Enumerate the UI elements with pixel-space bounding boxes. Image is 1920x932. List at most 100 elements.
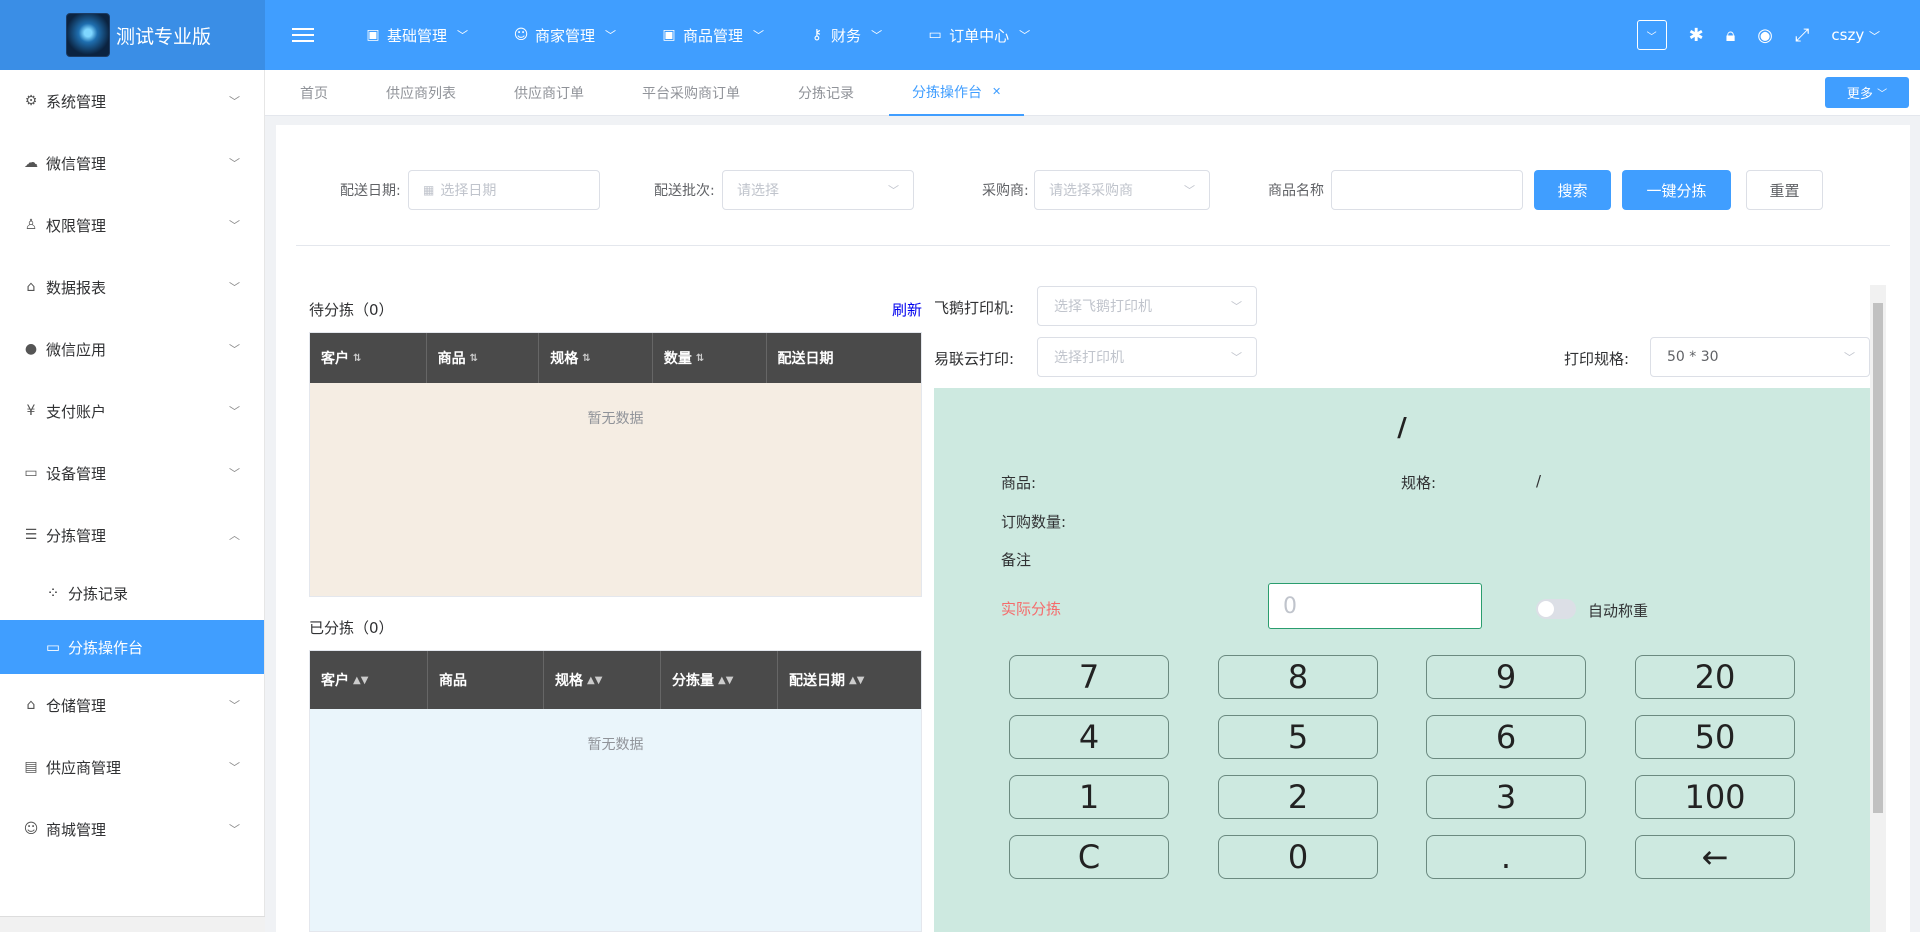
tab-sort-console[interactable]: 分拣操作台 ✕	[889, 70, 1025, 116]
sidebar-item-system[interactable]: ⚙ 系统管理 ﹀	[0, 70, 264, 132]
yilian-printer-select[interactable]: 选择打印机 ﹀	[1037, 337, 1257, 377]
sidebar-item-wechat-apps[interactable]: ● 微信应用 ﹀	[0, 318, 264, 380]
sidebar-subitem-sort-console[interactable]: ▭ 分拣操作台	[0, 620, 264, 674]
column-header[interactable]: 规格 ⇅	[539, 333, 653, 383]
buyer-label: 采购商:	[982, 183, 1029, 199]
actual-weight-input[interactable]: 0	[1268, 583, 1482, 629]
clipboard-icon: ▤	[24, 759, 38, 775]
topnav-merchant[interactable]: ☺ 商家管理 ﹀	[512, 25, 616, 46]
pending-table: 客户 ⇅ 商品 ⇅ 规格 ⇅ 数量 ⇅ 配送日期 暂无数据	[309, 332, 922, 597]
column-header[interactable]: 规格 ▲▼	[544, 651, 661, 709]
keypad-key[interactable]: 20	[1635, 655, 1795, 699]
keypad-key[interactable]: 100	[1635, 775, 1795, 819]
column-header[interactable]: 客户 ⇅	[310, 333, 427, 383]
column-header[interactable]: 商品 ⇅	[427, 333, 540, 383]
sidebar-item-sorting[interactable]: ☰ 分拣管理 ︿	[0, 504, 264, 566]
home-icon: ⌂	[26, 279, 36, 295]
scroll-thumb[interactable]	[1873, 303, 1883, 813]
spec-value: /	[1536, 472, 1542, 490]
chevron-up-icon: ︿	[229, 529, 240, 542]
tab-home[interactable]: 首页	[277, 70, 351, 116]
app-title: 测试专业版	[116, 25, 212, 48]
close-icon[interactable]: ✕	[992, 85, 1001, 98]
eye-icon[interactable]: ◉	[1757, 25, 1773, 46]
topnav-basic[interactable]: ▣ 基础管理 ﹀	[364, 25, 468, 46]
sorted-title: 已分拣（0）	[309, 619, 394, 637]
sidebar-horizontal-scrollbar[interactable]	[0, 916, 265, 932]
station-vertical-scrollbar[interactable]	[1870, 285, 1886, 932]
keypad-dot-key[interactable]: .	[1426, 835, 1586, 879]
top-right-tools: ﹀ ✱ 🔒︎ ◉ ⤢ cszy ﹀	[1636, 0, 1880, 70]
topnav-orders[interactable]: ▭ 订单中心 ﹀	[926, 25, 1030, 46]
keypad-key[interactable]: 7	[1009, 655, 1169, 699]
auto-weigh-toggle[interactable]	[1536, 599, 1576, 619]
sidebar-subitem-sort-records[interactable]: ⁘ 分拣记录	[0, 566, 264, 620]
lock-icon[interactable]: 🔒︎	[1726, 25, 1736, 46]
globe-icon: ●	[24, 341, 38, 357]
column-header[interactable]: 客户 ▲▼	[310, 651, 428, 709]
one-click-sort-button[interactable]: 一键分拣	[1622, 170, 1731, 210]
keypad-backspace-key[interactable]: ←	[1635, 835, 1795, 879]
keypad-key[interactable]: 1	[1009, 775, 1169, 819]
user-menu[interactable]: cszy ﹀	[1831, 26, 1880, 44]
keypad-key[interactable]: 9	[1426, 655, 1586, 699]
chevron-down-icon: ﹀	[1184, 184, 1195, 197]
chevron-down-icon: ﹀	[229, 95, 240, 108]
refresh-link[interactable]: 刷新	[892, 299, 922, 320]
keypad-key[interactable]: 2	[1218, 775, 1378, 819]
tab-bar: 首页 供应商列表 供应商订单 平台采购商订单 分拣记录 分拣操作台 ✕ 更多 ﹀	[265, 70, 1920, 116]
sorted-table-header: 客户 ▲▼ 商品 规格 ▲▼ 分拣量 ▲▼ 配送日期 ▲▼	[310, 651, 921, 709]
topnav-finance[interactable]: ⚷ 财务 ﹀	[808, 25, 882, 46]
chevron-down-icon: ﹀	[1877, 89, 1888, 100]
keypad-key[interactable]: 4	[1009, 715, 1169, 759]
keypad-clear-key[interactable]: C	[1009, 835, 1169, 879]
keypad-key[interactable]: 3	[1426, 775, 1586, 819]
sorted-table: 客户 ▲▼ 商品 规格 ▲▼ 分拣量 ▲▼ 配送日期 ▲▼ 暂无数据	[309, 650, 922, 932]
reset-button[interactable]: 重置	[1746, 170, 1823, 210]
sidebar-item-warehouse[interactable]: ⌂ 仓储管理 ﹀	[0, 674, 264, 736]
column-header[interactable]: 数量 ⇅	[653, 333, 767, 383]
sidebar-item-mall[interactable]: ☺ 商城管理 ﹀	[0, 798, 264, 860]
print-spec-select[interactable]: 50 * 30 ﹀	[1650, 337, 1870, 377]
keypad-key[interactable]: 6	[1426, 715, 1586, 759]
sidebar-item-devices[interactable]: ▭ 设备管理 ﹀	[0, 442, 264, 504]
sorting-station: / 商品: 规格: / 订购数量: 备注 实际分拣 0 自动称重 7 8 9 2…	[934, 388, 1870, 932]
sidebar-item-supplier[interactable]: ▤ 供应商管理 ﹀	[0, 736, 264, 798]
buyer-select[interactable]: 请选择采购商 ﹀	[1034, 170, 1210, 210]
logo-area: 测试专业版	[0, 0, 265, 70]
keypad-key[interactable]: 0	[1218, 835, 1378, 879]
tab-platform-orders[interactable]: 平台采购商订单	[619, 70, 763, 116]
actual-sort-label: 实际分拣	[1001, 600, 1062, 618]
order-qty-label: 订购数量:	[1001, 513, 1067, 531]
pending-empty: 暂无数据	[310, 383, 921, 596]
chevron-down-icon: ﹀	[229, 343, 240, 356]
monitor-icon: ▭	[45, 638, 61, 656]
tab-sort-records[interactable]: 分拣记录	[775, 70, 877, 116]
tab-supplier-orders[interactable]: 供应商订单	[491, 70, 607, 116]
dropdown-toggle[interactable]: ﹀	[1636, 20, 1667, 50]
yen-icon: ¥	[26, 403, 36, 419]
menu-toggle-icon[interactable]	[292, 28, 314, 42]
more-button[interactable]: 更多 ﹀	[1825, 77, 1909, 108]
sidebar-item-permission[interactable]: ♙ 权限管理 ﹀	[0, 194, 264, 256]
chevron-down-icon: ﹀	[888, 184, 899, 197]
fullscreen-icon[interactable]: ⤢	[1795, 25, 1809, 46]
keypad-key[interactable]: 8	[1218, 655, 1378, 699]
delivery-date-input[interactable]: ▦ 选择日期	[408, 170, 600, 210]
product-name-input[interactable]	[1331, 170, 1523, 210]
delivery-batch-select[interactable]: 请选择 ﹀	[722, 170, 914, 210]
keypad-key[interactable]: 50	[1635, 715, 1795, 759]
topnav-product[interactable]: ▣ 商品管理 ﹀	[660, 25, 764, 46]
search-button[interactable]: 搜索	[1534, 170, 1611, 210]
sidebar-item-reports[interactable]: ⌂ 数据报表 ﹀	[0, 256, 264, 318]
feie-printer-select[interactable]: 选择飞鹅打印机 ﹀	[1037, 286, 1257, 326]
sidebar: ⚙ 系统管理 ﹀ ☁ 微信管理 ﹀ ♙ 权限管理 ﹀ ⌂ 数据报表 ﹀ ● 微信应用 ﹀ ¥ 支付账户…	[0, 70, 265, 932]
column-header[interactable]: 分拣量 ▲▼	[661, 651, 778, 709]
keypad-key[interactable]: 5	[1218, 715, 1378, 759]
bug-icon[interactable]: ✱	[1689, 25, 1704, 46]
sidebar-item-wechat[interactable]: ☁ 微信管理 ﹀	[0, 132, 264, 194]
tab-supplier-list[interactable]: 供应商列表	[363, 70, 479, 116]
column-header[interactable]: 配送日期 ▲▼	[778, 651, 921, 709]
sort-icon: ⇅	[695, 352, 705, 364]
sidebar-item-payment[interactable]: ¥ 支付账户 ﹀	[0, 380, 264, 442]
